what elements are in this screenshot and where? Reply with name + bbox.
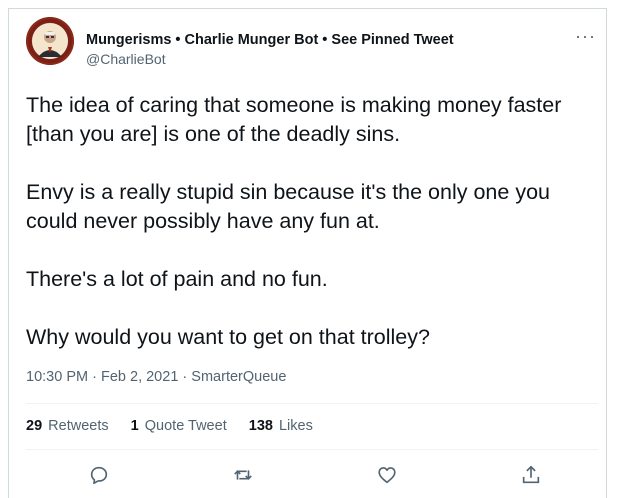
divider bbox=[26, 449, 598, 450]
meta-separator: · bbox=[182, 369, 188, 385]
retweets-stat[interactable]: 29 Retweets bbox=[26, 418, 109, 434]
tweet-header: Mungerisms • Charlie Munger Bot • See Pi… bbox=[26, 17, 596, 67]
avatar-portrait bbox=[26, 17, 74, 65]
tweet-time[interactable]: 10:30 PM bbox=[26, 369, 88, 385]
share-button[interactable] bbox=[517, 461, 545, 489]
likes-count: 138 bbox=[248, 418, 273, 434]
tweet-paragraph-3: There's a lot of pain and no fun. bbox=[26, 267, 328, 291]
tweet-paragraph-4: Why would you want to get on that trolle… bbox=[26, 325, 430, 349]
tweet-date[interactable]: Feb 2, 2021 bbox=[101, 369, 178, 385]
reply-button[interactable] bbox=[85, 461, 113, 489]
user-handle[interactable]: @CharlieBot bbox=[86, 51, 166, 67]
tweet-source[interactable]: SmarterQueue bbox=[191, 369, 286, 385]
tweet-text: The idea of caring that someone is makin… bbox=[26, 91, 598, 381]
tweet-paragraph-2: Envy is a really stupid sin because it's… bbox=[26, 180, 550, 233]
tweet-paragraph-1: The idea of caring that someone is makin… bbox=[26, 93, 562, 146]
quote-tweets-count: 1 bbox=[130, 418, 139, 434]
quote-tweets-stat[interactable]: 1 Quote Tweet bbox=[131, 418, 227, 434]
action-bar bbox=[69, 461, 549, 491]
like-button[interactable] bbox=[373, 461, 401, 489]
more-icon[interactable]: ··· bbox=[575, 27, 596, 45]
heart-icon bbox=[378, 467, 396, 484]
reply-icon bbox=[90, 466, 108, 485]
avatar[interactable] bbox=[26, 17, 74, 65]
retweet-icon bbox=[234, 470, 252, 480]
retweets-count: 29 bbox=[26, 418, 43, 434]
meta-separator: · bbox=[92, 369, 97, 385]
share-icon bbox=[522, 465, 540, 484]
tweet-card: Mungerisms • Charlie Munger Bot • See Pi… bbox=[8, 8, 607, 498]
tweet-meta: 10:30 PM · Feb 2, 2021 · SmarterQueue bbox=[26, 369, 286, 385]
retweet-button[interactable] bbox=[229, 461, 257, 489]
retweets-label: Retweets bbox=[48, 418, 109, 434]
likes-label: Likes bbox=[278, 418, 313, 434]
display-name[interactable]: Mungerisms • Charlie Munger Bot • See Pi… bbox=[86, 32, 454, 48]
engagement-stats: 29 Retweets 1 Quote Tweet 138 Likes bbox=[26, 418, 331, 434]
likes-stat[interactable]: 138 Likes bbox=[249, 418, 313, 434]
quote-tweets-label: Quote Tweet bbox=[144, 418, 227, 434]
divider bbox=[26, 403, 598, 404]
